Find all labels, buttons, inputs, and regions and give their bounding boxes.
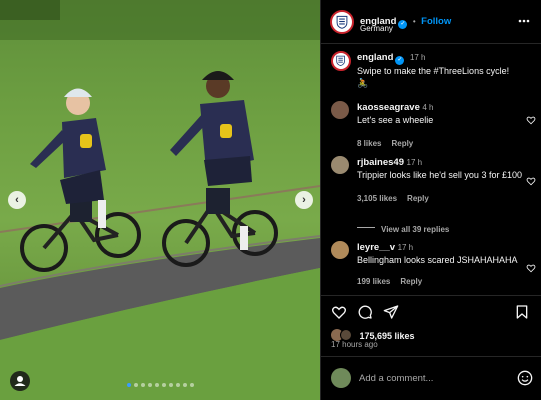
rider-left	[20, 88, 141, 272]
reply-button[interactable]: Reply	[391, 139, 413, 148]
comment-text: Bellingham looks scared JSHAHAHAHA	[357, 255, 518, 265]
reply-button[interactable]: Reply	[400, 277, 422, 286]
commenter-avatar[interactable]	[331, 101, 349, 119]
comment-item: leyre__v 17 h Bellingham looks scared JS…	[331, 241, 536, 295]
post-actions: 175,695 likes 17 hours ago	[321, 295, 541, 355]
carousel-dot	[126, 383, 131, 387]
heart-icon[interactable]	[526, 115, 536, 125]
comment-username[interactable]: kaosseagrave	[357, 102, 420, 113]
caption-avatar[interactable]	[331, 51, 351, 71]
next-slide-button[interactable]: ›	[295, 191, 313, 209]
comment-icon[interactable]	[357, 304, 373, 320]
dot-separator: •	[412, 17, 416, 26]
view-replies-label: View all 39 replies	[381, 225, 450, 234]
carousel-dot	[182, 383, 187, 387]
cycling-photo	[0, 0, 320, 400]
follow-button[interactable]: Follow	[421, 16, 451, 27]
more-horizontal-icon[interactable]	[518, 19, 530, 23]
comment-time: 4 h	[422, 103, 434, 112]
tagged-users-button[interactable]	[10, 371, 30, 391]
carousel-dot	[133, 383, 138, 387]
commenter-avatar[interactable]	[331, 241, 349, 259]
comment-likes[interactable]: 3,105 likes	[357, 194, 397, 203]
post-location[interactable]: Germany	[360, 24, 393, 33]
carousel-dot	[147, 383, 152, 387]
carousel-dot	[175, 383, 180, 387]
caption-username[interactable]: england	[357, 52, 393, 63]
rider-right	[162, 71, 278, 267]
bookmark-icon[interactable]	[514, 304, 530, 320]
comment-time: 17 h	[397, 243, 414, 252]
comment-likes[interactable]: 8 likes	[357, 139, 381, 148]
view-replies-link[interactable]: View all 39 replies	[357, 219, 522, 237]
comment-text: Let's see a wheelie	[357, 115, 434, 125]
account-avatar[interactable]	[330, 10, 354, 34]
comment-username[interactable]: leyre__v	[357, 242, 395, 253]
comment-likes[interactable]: 199 likes	[357, 277, 390, 286]
current-user-avatar	[331, 368, 351, 388]
comment-text: Trippier looks like he'd sell you 3 for …	[357, 170, 522, 180]
add-comment-input[interactable]	[359, 370, 499, 386]
replies-divider	[357, 227, 375, 229]
three-lions-crest-icon	[336, 56, 346, 67]
heart-icon[interactable]	[526, 263, 536, 273]
caption: england ✓ 17 h Swipe to make the #ThreeLi…	[331, 51, 536, 91]
add-comment-bar	[321, 356, 541, 400]
carousel-dot	[161, 383, 166, 387]
post-media[interactable]: ‹ ›	[0, 0, 320, 400]
heart-icon[interactable]	[526, 176, 536, 186]
carousel-dot	[154, 383, 159, 387]
comment-item: kaosseagrave 4 h Let's see a wheelie 8 l…	[331, 101, 536, 148]
carousel-dot	[168, 383, 173, 387]
comment-username[interactable]: rjbaines49	[357, 157, 404, 168]
post-side-panel: england ✓ • Follow Germany england ✓ 17 …	[320, 0, 541, 400]
like-heart-icon[interactable]	[331, 304, 347, 320]
caption-text: Swipe to make the #ThreeLions cycle! 🚴	[357, 66, 510, 88]
verified-badge-icon: ✓	[398, 20, 408, 29]
three-lions-crest-icon	[336, 15, 348, 29]
carousel-dot	[189, 383, 194, 387]
emoji-icon[interactable]	[517, 370, 533, 386]
comments-section[interactable]: england ✓ 17 h Swipe to make the #ThreeLi…	[321, 45, 541, 295]
carousel-dot	[140, 383, 145, 387]
liker-avatar	[340, 328, 352, 341]
previous-slide-button[interactable]: ‹	[8, 191, 26, 209]
carousel-indicator	[0, 383, 320, 387]
reply-button[interactable]: Reply	[407, 194, 429, 203]
post-timestamp: 17 hours ago	[331, 340, 378, 349]
comment-item: rjbaines49 17 h Trippier looks like he'd…	[331, 156, 536, 236]
share-send-icon[interactable]	[383, 304, 399, 320]
verified-badge-icon: ✓	[395, 56, 405, 65]
comment-time: 17 h	[406, 158, 423, 167]
post-header: england ✓ • Follow Germany	[321, 0, 541, 44]
user-icon	[14, 376, 26, 386]
commenter-avatar[interactable]	[331, 156, 349, 174]
caption-time: 17 h	[409, 53, 426, 62]
